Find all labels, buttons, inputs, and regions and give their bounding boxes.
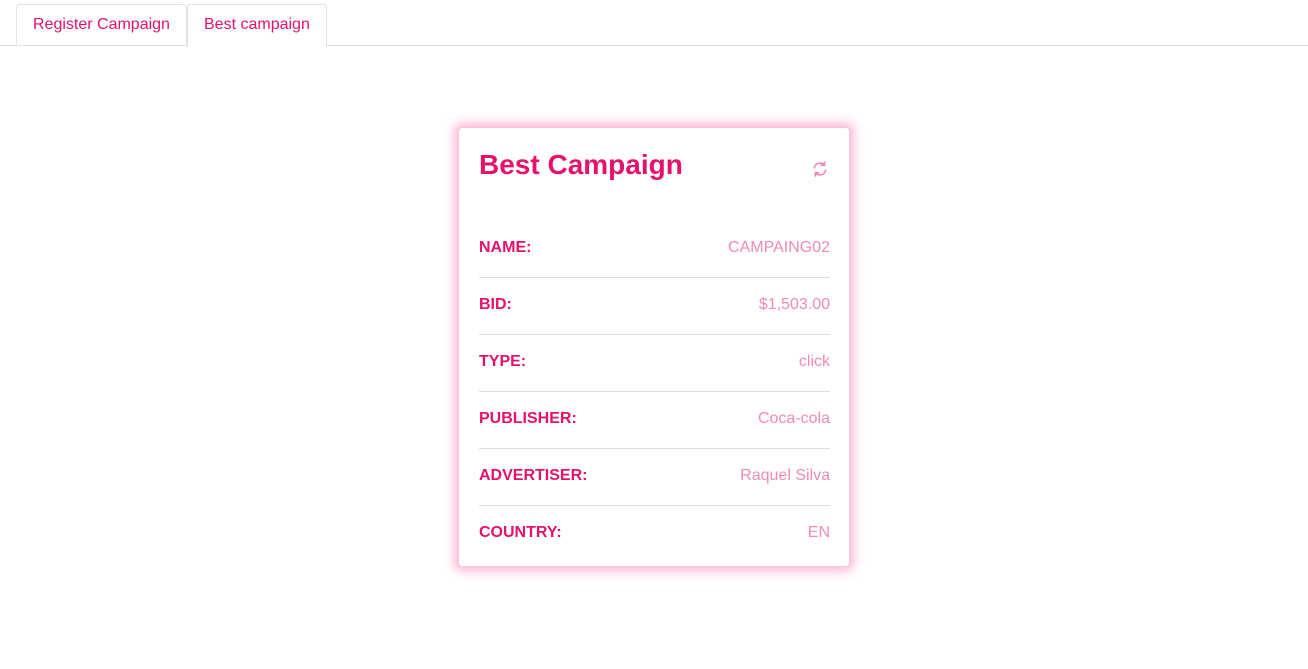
detail-value: Coca-cola [757,410,830,427]
detail-row-country: COUNTRY: EN [479,506,830,562]
refresh-icon[interactable] [810,159,830,179]
tab-best-campaign[interactable]: Best campaign [187,4,327,47]
detail-label: TYPE: [479,353,527,370]
campaign-details-list: NAME: CAMPAING02 BID: $1,503.00 TYPE: cl… [479,221,830,562]
detail-row-advertiser: ADVERTISER: Raquel Silva [479,449,830,506]
card-title: Best Campaign [479,149,683,180]
detail-row-bid: BID: $1,503.00 [479,278,830,335]
detail-label: ADVERTISER: [479,467,588,484]
detail-value: EN [807,524,830,541]
detail-row-name: NAME: CAMPAING02 [479,221,830,278]
detail-label: COUNTRY: [479,524,562,541]
tab-bar: Register Campaign Best campaign [0,0,1308,47]
detail-label: NAME: [479,239,532,256]
best-campaign-card: Best Campaign NAME: CAMPAING02 BID: $1,5… [458,127,850,567]
detail-value: Raquel Silva [740,467,830,484]
detail-label: PUBLISHER: [479,410,577,427]
detail-label: BID: [479,296,512,313]
detail-row-type: TYPE: click [479,335,830,392]
detail-value: $1,503.00 [758,296,830,313]
detail-value: click [798,353,830,370]
tab-register-campaign[interactable]: Register Campaign [16,4,187,46]
detail-row-publisher: PUBLISHER: Coca-cola [479,392,830,449]
detail-value: CAMPAING02 [728,239,830,256]
